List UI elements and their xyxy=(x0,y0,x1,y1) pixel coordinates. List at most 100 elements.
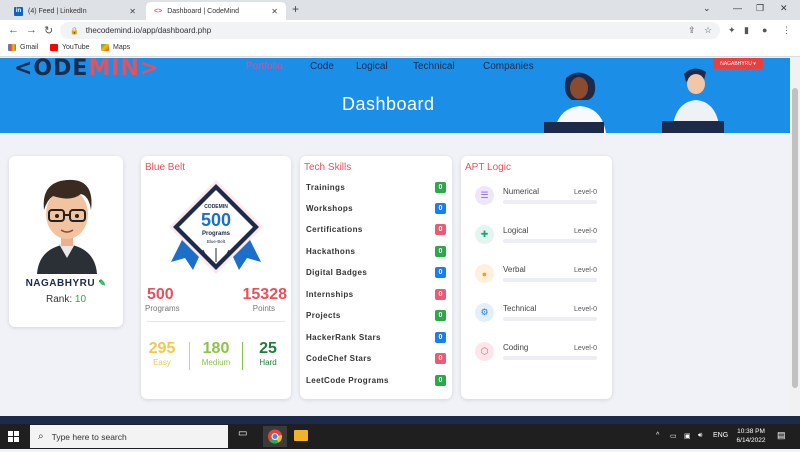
language-indicator[interactable]: ENG xyxy=(713,432,728,439)
linkedin-icon: in xyxy=(14,6,23,16)
side-panel-icon[interactable]: ▮ xyxy=(744,25,749,36)
bookmark-label: Gmail xyxy=(20,44,39,51)
page-scrollbar[interactable] xyxy=(790,58,800,416)
profile-icon[interactable]: ● xyxy=(762,25,767,35)
logo-text-suffix: > xyxy=(139,58,160,81)
rank-value: 10 xyxy=(74,294,87,305)
belt-card: Blue Belt CODEMIN 500 Programs Blue-Belt… xyxy=(141,156,291,399)
reload-icon[interactable]: ↻ xyxy=(44,24,53,37)
codemind-logo[interactable]: <ODEMIN> xyxy=(14,58,159,81)
apt-level: Level-0 xyxy=(574,345,597,352)
browser-tab-strip: in (4) Feed | LinkedIn ✕ <> Dashboard | … xyxy=(0,0,800,20)
lock-icon: 🔒 xyxy=(70,27,79,35)
skill-row[interactable]: Trainings 0 xyxy=(306,179,446,195)
taskbar-clock[interactable]: 10:38 PM 6/14/2022 xyxy=(730,427,772,445)
gmail-icon xyxy=(8,44,16,51)
scrollbar-thumb[interactable] xyxy=(792,88,798,388)
bookmark-maps[interactable]: Maps xyxy=(101,44,130,51)
skill-row[interactable]: CodeChef Stars 0 xyxy=(306,350,446,366)
file-explorer-icon[interactable] xyxy=(294,430,308,441)
share-icon[interactable]: ⇪ xyxy=(688,25,696,36)
tab-linkedin[interactable]: in (4) Feed | LinkedIn ✕ xyxy=(6,2,144,20)
notifications-icon[interactable]: ▤ xyxy=(777,430,786,441)
skill-row[interactable]: LeetCode Programs 0 xyxy=(306,372,446,388)
chrome-taskbar-button[interactable] xyxy=(263,426,287,447)
nav-technical[interactable]: Technical xyxy=(413,61,455,72)
skill-row[interactable]: Hackathons 0 xyxy=(306,243,446,259)
tech-skills-title: Tech Skills xyxy=(304,162,352,173)
avatar xyxy=(37,179,97,274)
skill-row[interactable]: Projects 0 xyxy=(306,307,446,323)
badge-label: Programs xyxy=(201,231,230,237)
tech-skills-card: Tech Skills Trainings 0 Workshops 0 Cert… xyxy=(300,156,452,399)
hexagon-icon: ⬡ xyxy=(475,342,494,361)
maps-icon xyxy=(101,44,109,51)
skill-label: Workshops xyxy=(306,203,354,213)
extensions-icon[interactable]: ✦ xyxy=(728,25,736,36)
close-tab-icon[interactable]: ✕ xyxy=(271,7,278,16)
taskbar-search-box[interactable]: ⌕ Type here to search xyxy=(30,425,228,448)
nav-companies[interactable]: Companies xyxy=(483,61,534,72)
skill-label: Trainings xyxy=(306,182,346,192)
url-text: thecodemind.io/app/dashboard.php xyxy=(85,26,212,35)
battery-icon[interactable]: ▣ xyxy=(684,432,691,440)
points-label: Points xyxy=(252,304,275,313)
bookmark-youtube[interactable]: YouTube xyxy=(50,44,90,51)
nav-portfolio[interactable]: Portfolio xyxy=(246,61,283,72)
restore-icon[interactable]: ❐ xyxy=(756,3,764,14)
badge-belt-label: Blue-Belt xyxy=(206,239,226,244)
skill-row[interactable]: Certifications 0 xyxy=(306,221,446,237)
bookmark-gmail[interactable]: Gmail xyxy=(8,44,38,51)
nav-logical[interactable]: Logical xyxy=(356,61,388,72)
apt-logic-card: APT Logic ☰ Numerical Level-0 ✚ Logical … xyxy=(461,156,612,399)
new-tab-icon[interactable]: + xyxy=(292,2,299,16)
skill-label: LeetCode Programs xyxy=(306,375,389,385)
volume-icon[interactable]: 🔊︎ xyxy=(698,432,702,440)
tab-search-icon[interactable]: ⌄ xyxy=(703,3,711,14)
apt-row-numerical[interactable]: ☰ Numerical Level-0 xyxy=(475,186,603,212)
profile-name-row: NAGABHYRU ✎ xyxy=(9,278,123,289)
tray-chevron-icon[interactable]: ^ xyxy=(656,432,659,439)
badge-number: 500 xyxy=(200,210,232,230)
apt-label: Logical xyxy=(503,226,529,235)
skill-count-badge: 0 xyxy=(435,288,446,300)
skill-row[interactable]: Workshops 0 xyxy=(306,200,446,216)
dashboard-hero: <ODEMIN> Portfolio Code Logical Technica… xyxy=(0,58,790,133)
edit-profile-icon[interactable]: ✎ xyxy=(98,278,106,288)
windows-start-icon[interactable] xyxy=(8,431,19,442)
skill-row[interactable]: Internships 0 xyxy=(306,286,446,302)
apt-label: Numerical xyxy=(503,187,540,196)
apt-row-verbal[interactable]: ● Verbal Level-0 xyxy=(475,264,603,290)
minimize-icon[interactable]: — xyxy=(733,3,742,13)
apt-row-logical[interactable]: ✚ Logical Level-0 xyxy=(475,225,603,251)
medium-label: Medium xyxy=(201,358,231,367)
tab-title: Dashboard | CodeMind xyxy=(167,7,240,15)
profile-rank: Rank: 10 xyxy=(9,294,123,305)
clock-time: 10:38 PM xyxy=(737,428,765,435)
apt-row-coding[interactable]: ⬡ Coding Level-0 xyxy=(475,342,603,368)
task-view-icon[interactable]: ▭ xyxy=(238,428,255,445)
woman-illustration xyxy=(544,72,606,133)
menu-icon[interactable]: ⋮ xyxy=(782,25,791,36)
nav-code[interactable]: Code xyxy=(310,61,334,72)
forward-icon[interactable]: → xyxy=(26,24,37,36)
window-close-icon[interactable]: ✕ xyxy=(780,3,788,14)
skill-label: Digital Badges xyxy=(306,267,368,277)
back-icon[interactable]: ← xyxy=(8,24,19,36)
hard-label: Hard xyxy=(259,358,277,367)
bookmark-star-icon[interactable]: ☆ xyxy=(704,25,712,36)
blue-belt-badge: CODEMIN 500 Programs Blue-Belt xyxy=(163,178,269,283)
profile-card: NAGABHYRU ✎ Rank: 10 xyxy=(9,156,123,327)
codemind-icon: <> xyxy=(154,7,163,15)
skill-row[interactable]: Digital Badges 0 xyxy=(306,264,446,280)
skill-row[interactable]: HackerRank Stars 0 xyxy=(306,329,446,345)
apt-level: Level-0 xyxy=(574,228,597,235)
apt-row-technical[interactable]: ⚙ Technical Level-0 xyxy=(475,303,603,329)
tab-codemind[interactable]: <> Dashboard | CodeMind ✕ xyxy=(146,2,286,20)
url-bar[interactable]: 🔒 thecodemind.io/app/dashboard.php xyxy=(60,22,720,39)
search-icon: ⌕ xyxy=(38,431,44,442)
network-icon[interactable]: ▭ xyxy=(670,432,677,440)
close-tab-icon[interactable]: ✕ xyxy=(129,7,136,16)
skill-count-badge: 0 xyxy=(435,266,446,278)
taskbar-search-placeholder: Type here to search xyxy=(51,431,127,442)
